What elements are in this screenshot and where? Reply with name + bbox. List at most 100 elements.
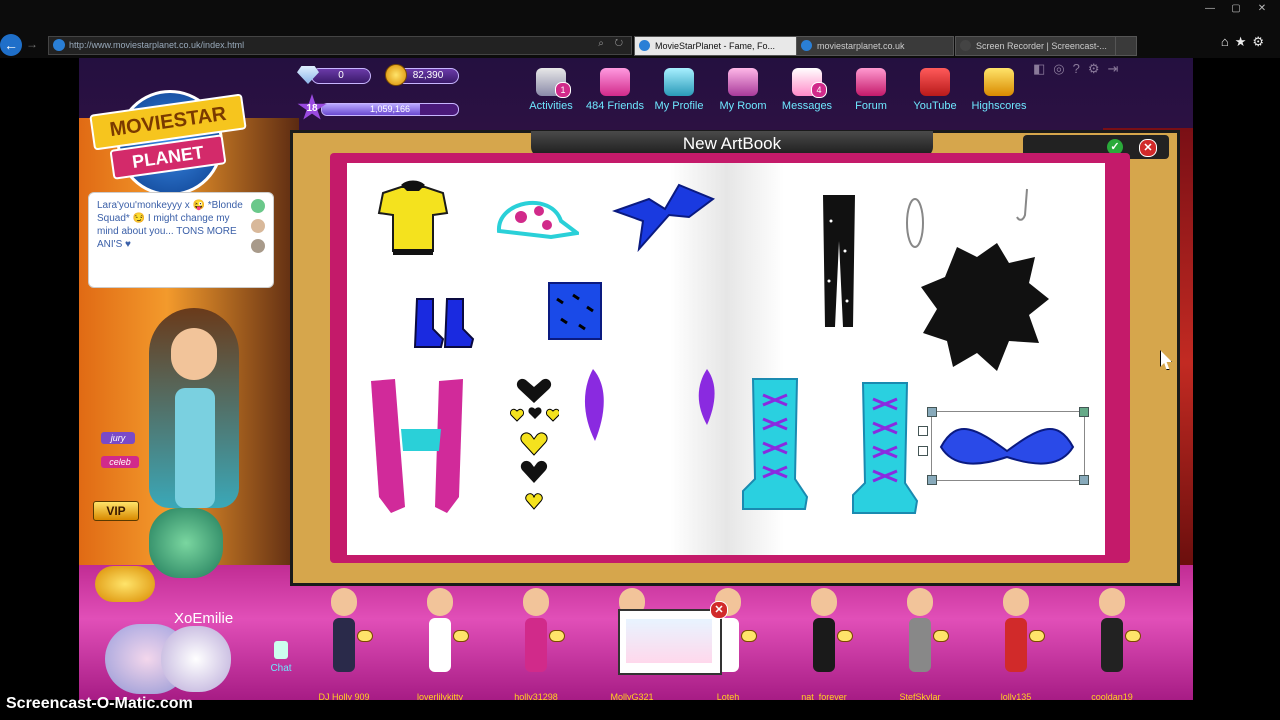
cyan-lace-boot-sticker[interactable] bbox=[739, 375, 811, 513]
purple-feather-sticker-2[interactable] bbox=[693, 367, 719, 427]
tab-favicon bbox=[639, 40, 650, 51]
url-input[interactable] bbox=[69, 38, 569, 52]
chat-button[interactable]: Chat bbox=[265, 641, 297, 674]
friend-chat-bubble-icon[interactable] bbox=[933, 630, 949, 642]
messages-badge: 4 bbox=[811, 82, 827, 98]
selected-item-box[interactable] bbox=[918, 407, 1089, 485]
logout-icon[interactable]: ⇥ bbox=[1108, 61, 1127, 76]
tab-favicon bbox=[960, 40, 971, 51]
nav-my-profile[interactable]: My Profile bbox=[649, 68, 709, 112]
address-bar[interactable]: ⌕ ↻ bbox=[48, 36, 632, 55]
pet-monster[interactable] bbox=[149, 508, 223, 578]
resize-handle[interactable] bbox=[927, 407, 937, 417]
settings-gear-icon[interactable]: ⚙ bbox=[1252, 34, 1270, 49]
nav-youtube[interactable]: YouTube bbox=[905, 68, 965, 112]
forward-button[interactable]: → bbox=[26, 36, 42, 52]
currency-hud: 0 82,390 1,059,166 18 bbox=[297, 64, 465, 120]
chat-icon bbox=[274, 641, 288, 659]
nav-label: 484 Friends bbox=[585, 100, 645, 112]
vip-badge[interactable]: VIP bbox=[93, 501, 139, 521]
sound-icon[interactable]: ◧ bbox=[1033, 61, 1053, 76]
search-refresh-icons[interactable]: ⌕ ↻ bbox=[598, 38, 627, 49]
friend-chat-bubble-icon[interactable] bbox=[1125, 630, 1141, 642]
nav-label: Highscores bbox=[971, 100, 1027, 112]
pet-mini-icon[interactable] bbox=[251, 199, 265, 213]
artbook-thumbnail[interactable]: ✕ bbox=[618, 601, 728, 675]
layer-up-icon[interactable] bbox=[918, 426, 928, 436]
close-button[interactable]: ✕ bbox=[1139, 139, 1157, 157]
tab-label: Screen Recorder | Screencast-... bbox=[976, 41, 1107, 51]
delete-icon[interactable] bbox=[1079, 407, 1089, 417]
diamonds-counter: 0 bbox=[311, 68, 371, 84]
avatar-face bbox=[171, 328, 217, 380]
help-icon[interactable]: ? bbox=[1073, 61, 1088, 76]
friend-avatar[interactable]: holly31298 bbox=[511, 584, 565, 700]
blue-boots-sticker[interactable] bbox=[411, 293, 477, 349]
dog-mini-icon[interactable] bbox=[251, 239, 265, 253]
tab-screen-recorder[interactable]: Screen Recorder | Screencast-... bbox=[955, 36, 1127, 56]
artbook-window: New ArtBook ✓ ✕ ✕ bbox=[290, 130, 1180, 675]
chat-message: Lara'you'monkeyyy x 😜 *Blonde Squad* 😏 I… bbox=[97, 200, 243, 250]
activities-badge: 1 bbox=[555, 82, 571, 98]
favorites-star-icon[interactable]: ★ bbox=[1235, 34, 1253, 49]
nav-friends[interactable]: 484 Friends bbox=[585, 68, 645, 112]
resize-handle[interactable] bbox=[927, 475, 937, 485]
black-ruffle-sticker[interactable] bbox=[917, 237, 1053, 377]
white-cap-sticker[interactable] bbox=[491, 191, 583, 249]
resize-handle[interactable] bbox=[1079, 475, 1089, 485]
nav-highscores[interactable]: Highscores bbox=[969, 68, 1029, 112]
cyan-lace-boot-sticker-2[interactable] bbox=[849, 379, 921, 517]
friend-chat-bubble-icon[interactable] bbox=[549, 630, 565, 642]
pink-bikini-outfit-sticker[interactable] bbox=[365, 377, 475, 517]
yellow-tshirt-sticker[interactable] bbox=[373, 179, 453, 259]
blue-furry-top-sticker[interactable] bbox=[543, 279, 607, 343]
friend-avatar[interactable]: cooldan19 bbox=[1087, 584, 1141, 700]
zoom-icon[interactable]: ◎ bbox=[1053, 61, 1072, 76]
home-icon[interactable]: ⌂ bbox=[1221, 34, 1235, 49]
friend-avatar[interactable]: DJ Holly 909 bbox=[318, 584, 373, 700]
new-tab-button[interactable] bbox=[1115, 36, 1137, 56]
friend-avatar[interactable]: StefSkylar bbox=[895, 584, 949, 700]
room-icon bbox=[728, 68, 758, 96]
moviestarplanet-logo[interactable]: MOVIESTAR PLANET bbox=[87, 86, 247, 196]
nav-activities[interactable]: 1 Activities bbox=[521, 68, 581, 112]
cat-pet-icon[interactable] bbox=[161, 626, 231, 692]
back-button[interactable]: ← bbox=[0, 34, 22, 56]
friend-body bbox=[1101, 618, 1123, 672]
tab-moviestarplanet[interactable]: MovieStarPlanet - Fame, Fo... ✕ bbox=[634, 36, 812, 56]
friend-avatar[interactable]: lolly135 bbox=[991, 584, 1045, 700]
piggy-bank-icon[interactable] bbox=[95, 566, 155, 602]
tab-label: moviestarplanet.co.uk bbox=[817, 41, 905, 51]
chat-bubble: Lara'you'monkeyyy x 😜 *Blonde Squad* 😏 I… bbox=[88, 192, 274, 288]
browser-nav-row: ← → ⌕ ↻ MovieStarPlanet - Fame, Fo... ✕ … bbox=[0, 34, 1280, 56]
nav-my-room[interactable]: My Room bbox=[713, 68, 773, 112]
blue-bow-sticker[interactable] bbox=[609, 181, 719, 253]
nav-forum[interactable]: Forum bbox=[841, 68, 901, 112]
friend-head bbox=[331, 588, 357, 616]
hearts-sticker[interactable] bbox=[509, 377, 560, 513]
friend-avatar[interactable]: loverlilykitty bbox=[415, 584, 469, 700]
close-window-icon[interactable]: ✕ bbox=[1250, 2, 1274, 16]
friend-chat-bubble-icon[interactable] bbox=[357, 630, 373, 642]
friend-chat-bubble-icon[interactable] bbox=[741, 630, 757, 642]
browser-chrome: — ▢ ✕ ← → ⌕ ↻ MovieStarPlanet - Fame, Fo… bbox=[0, 0, 1280, 58]
avatar-mini-icon[interactable] bbox=[251, 219, 265, 233]
layer-down-icon[interactable] bbox=[918, 446, 928, 456]
nav-label: Messages bbox=[781, 100, 833, 112]
black-sparkle-leggings-sticker[interactable] bbox=[815, 191, 863, 331]
earring-hook-sticker[interactable] bbox=[1015, 187, 1035, 227]
friend-chat-bubble-icon[interactable] bbox=[837, 630, 853, 642]
friend-avatar[interactable]: nat_forever bbox=[799, 584, 853, 700]
nav-messages[interactable]: 4 Messages bbox=[777, 68, 837, 112]
friend-head bbox=[1099, 588, 1125, 616]
thumbnail-close-icon[interactable]: ✕ bbox=[710, 601, 728, 619]
friend-chat-bubble-icon[interactable] bbox=[1029, 630, 1045, 642]
friend-name: MollyG321 bbox=[610, 692, 654, 700]
maximize-icon[interactable]: ▢ bbox=[1224, 2, 1248, 16]
friend-body bbox=[525, 618, 547, 672]
tab-moviestarplanet-uk[interactable]: moviestarplanet.co.uk bbox=[796, 36, 954, 56]
gear-icon[interactable]: ⚙ bbox=[1088, 61, 1108, 76]
minimize-icon[interactable]: — bbox=[1198, 2, 1222, 16]
purple-feather-sticker[interactable] bbox=[579, 367, 609, 443]
friend-chat-bubble-icon[interactable] bbox=[453, 630, 469, 642]
